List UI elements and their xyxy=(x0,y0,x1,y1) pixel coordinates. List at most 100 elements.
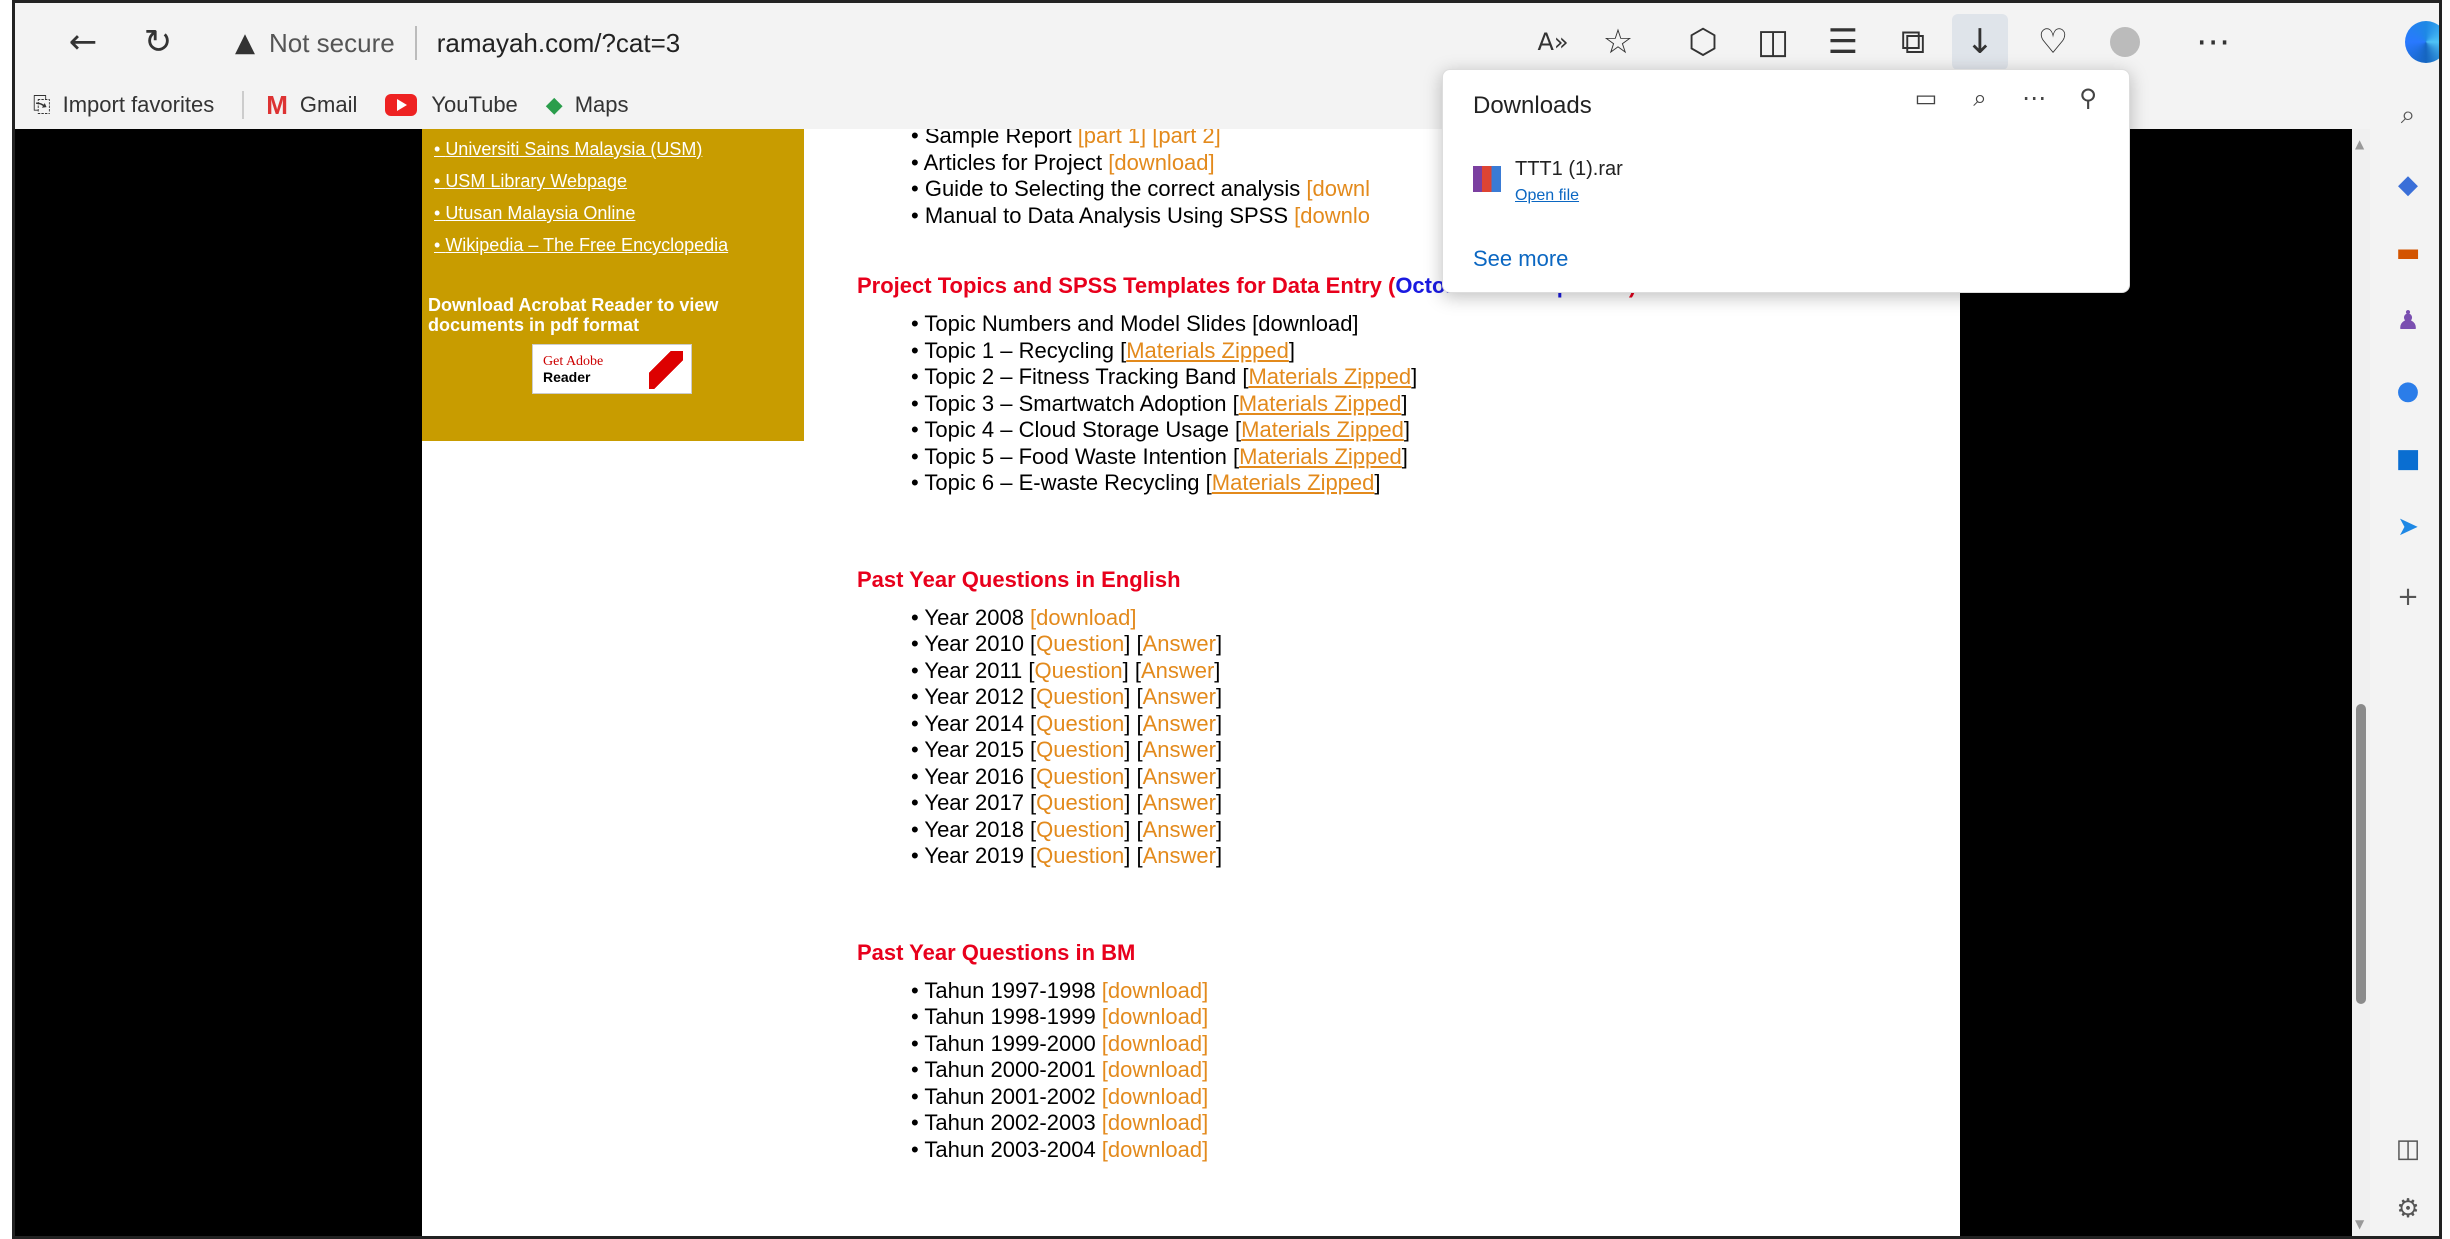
download-link[interactable]: [download] xyxy=(1102,1004,1208,1029)
heading-text: Project Topics and SPSS Templates for Da… xyxy=(857,273,1396,298)
pin-icon[interactable]: ⚲ xyxy=(2071,84,2105,112)
download-icon[interactable]: ↓ xyxy=(1952,14,2008,70)
browser-essentials-icon[interactable]: ♡ xyxy=(2025,14,2081,70)
answer-link[interactable]: Answer xyxy=(1143,711,1216,736)
more-icon[interactable]: ⋯ xyxy=(2017,84,2051,112)
collections-icon[interactable]: ⧉ xyxy=(1885,14,1941,70)
scrollbar-thumb[interactable] xyxy=(2356,704,2366,1004)
download-link[interactable]: [download] xyxy=(1102,1110,1208,1135)
question-link[interactable]: Question xyxy=(1036,764,1124,789)
sidebar-link[interactable]: USM Library Webpage xyxy=(434,165,804,197)
question-link[interactable]: Question xyxy=(1036,684,1124,709)
favorite-star-icon[interactable]: ☆ xyxy=(1590,14,1646,70)
topic-item: Topic 6 – E-waste Recycling [Materials Z… xyxy=(911,470,1957,497)
download-item[interactable]: TTT1 (1).rar Open file xyxy=(1473,158,1623,205)
extensions-icon[interactable]: ⬡ xyxy=(1675,14,1731,70)
split-screen-icon[interactable]: ◫ xyxy=(1745,14,1801,70)
scroll-up-icon[interactable]: ▲ xyxy=(2355,137,2364,151)
see-more-link[interactable]: See more xyxy=(1473,246,1568,272)
more-options-icon[interactable]: ⋯ xyxy=(2185,14,2241,70)
download-link[interactable]: [downl xyxy=(1306,176,1370,201)
question-link[interactable]: Question xyxy=(1036,790,1124,815)
answer-link[interactable]: Answer xyxy=(1143,764,1216,789)
answer-link[interactable]: Answer xyxy=(1143,790,1216,815)
outlook-icon[interactable]: ■ xyxy=(2388,439,2428,479)
materials-zipped-link[interactable]: Materials Zipped xyxy=(1212,470,1375,495)
search-icon[interactable]: ⌕ xyxy=(2388,95,2428,135)
left-sidebar: Universiti Sains Malaysia (USM) USM Libr… xyxy=(422,129,804,441)
address-bar[interactable]: ▲ Not secure ramayah.com/?cat=3 xyxy=(235,17,680,69)
folder-icon[interactable]: ▭ xyxy=(1909,84,1943,112)
answer-link[interactable]: Answer xyxy=(1143,843,1216,868)
download-link[interactable]: [download] xyxy=(1102,1084,1208,1109)
question-link[interactable]: Question xyxy=(1035,658,1123,683)
vertical-scrollbar[interactable]: ▲ ▼ xyxy=(2352,129,2370,1236)
search-icon[interactable]: ⌕ xyxy=(1963,84,1997,112)
bracket: ] [ xyxy=(1124,684,1143,709)
read-aloud-icon[interactable]: A» xyxy=(1525,14,1581,70)
add-icon[interactable]: + xyxy=(2388,577,2428,617)
sidebar-toggle-icon[interactable]: ◫ xyxy=(2388,1129,2428,1169)
download-link[interactable]: [downlo xyxy=(1294,203,1370,228)
year-text: Year 2019 xyxy=(924,843,1031,868)
download-link[interactable]: [download] xyxy=(1102,1137,1208,1162)
download-link[interactable]: [download] xyxy=(1030,605,1136,630)
settings-gear-icon[interactable]: ⚙ xyxy=(2388,1189,2428,1229)
bracket-end: ] xyxy=(1403,417,1410,442)
send-icon[interactable]: ➤ xyxy=(2388,507,2428,547)
bm-heading: Past Year Questions in BM xyxy=(857,939,1136,965)
materials-zipped-link[interactable]: Materials Zipped xyxy=(1248,364,1411,389)
download-link[interactable]: [download] xyxy=(1102,978,1208,1003)
answer-link[interactable]: Answer xyxy=(1143,737,1216,762)
part1-link[interactable]: [part 1] xyxy=(1078,129,1146,148)
answer-link[interactable]: Answer xyxy=(1143,817,1216,842)
gmail-link[interactable]: M Gmail xyxy=(266,90,357,121)
import-favorites-link[interactable]: ⎘ Import favorites xyxy=(33,92,214,118)
download-link[interactable]: [download] xyxy=(1108,150,1214,175)
question-link[interactable]: Question xyxy=(1036,631,1124,656)
question-link[interactable]: Question xyxy=(1036,843,1124,868)
answer-link[interactable]: Answer xyxy=(1143,684,1216,709)
question-link[interactable]: Question xyxy=(1036,711,1124,736)
materials-zipped-link[interactable]: Materials Zipped xyxy=(1239,444,1402,469)
refresh-icon[interactable]: ↻ xyxy=(130,14,186,70)
sidebar-link[interactable]: Universiti Sains Malaysia (USM) xyxy=(434,133,804,165)
item-text: Manual to Data Analysis Using SPSS xyxy=(924,202,1295,228)
security-label[interactable]: Not secure xyxy=(269,28,395,59)
adobe-reader-badge[interactable]: Get Adobe Reader xyxy=(532,344,692,394)
sidebar-link[interactable]: Wikipedia – The Free Encyclopedia xyxy=(434,229,804,261)
tag-icon[interactable]: ◆ xyxy=(2388,165,2428,205)
favorites-list-icon[interactable]: ☰ xyxy=(1815,14,1871,70)
tools-icon[interactable]: ▬ xyxy=(2388,233,2428,273)
back-arrow-icon[interactable]: ← xyxy=(55,14,111,70)
downloads-title: Downloads xyxy=(1473,92,1592,119)
scroll-down-icon[interactable]: ▼ xyxy=(2355,1217,2364,1231)
sidebar-link[interactable]: Utusan Malaysia Online xyxy=(434,197,804,229)
maps-icon: ◆ xyxy=(545,92,563,118)
maps-link[interactable]: ◆ Maps xyxy=(546,92,629,118)
open-file-link[interactable]: Open file xyxy=(1515,187,1623,205)
year-item: Year 2015 [Question] [Answer] xyxy=(911,737,1957,764)
bracket: ] xyxy=(1215,737,1223,762)
microsoft365-icon[interactable]: ● xyxy=(2388,371,2428,411)
answer-link[interactable]: Answer xyxy=(1141,658,1214,683)
materials-zipped-link[interactable]: Materials Zipped xyxy=(1241,417,1404,442)
url-text[interactable]: ramayah.com/?cat=3 xyxy=(437,28,681,59)
materials-zipped-link[interactable]: Materials Zipped xyxy=(1126,338,1289,363)
profile-icon[interactable] xyxy=(2097,14,2153,70)
answer-link[interactable]: Answer xyxy=(1143,631,1216,656)
question-link[interactable]: Question xyxy=(1036,817,1124,842)
bracket-end: ] xyxy=(1401,390,1408,416)
tahun-item: Tahun 2003-2004 [download] xyxy=(911,1137,1957,1164)
bracket: ] xyxy=(1215,790,1223,815)
download-link[interactable]: [download] xyxy=(1102,1031,1208,1056)
tahun-text: Tahun 2003-2004 xyxy=(924,1136,1102,1162)
materials-zipped-link[interactable]: Materials Zipped xyxy=(1239,391,1402,416)
copilot-icon[interactable] xyxy=(2398,14,2439,70)
question-link[interactable]: Question xyxy=(1036,737,1124,762)
part2-link[interactable]: [part 2] xyxy=(1146,129,1220,148)
people-icon[interactable]: ♟ xyxy=(2388,301,2428,341)
download-link[interactable]: [download] xyxy=(1102,1057,1208,1082)
youtube-link[interactable]: YouTube xyxy=(385,92,518,118)
favorite-label: Maps xyxy=(574,92,629,117)
